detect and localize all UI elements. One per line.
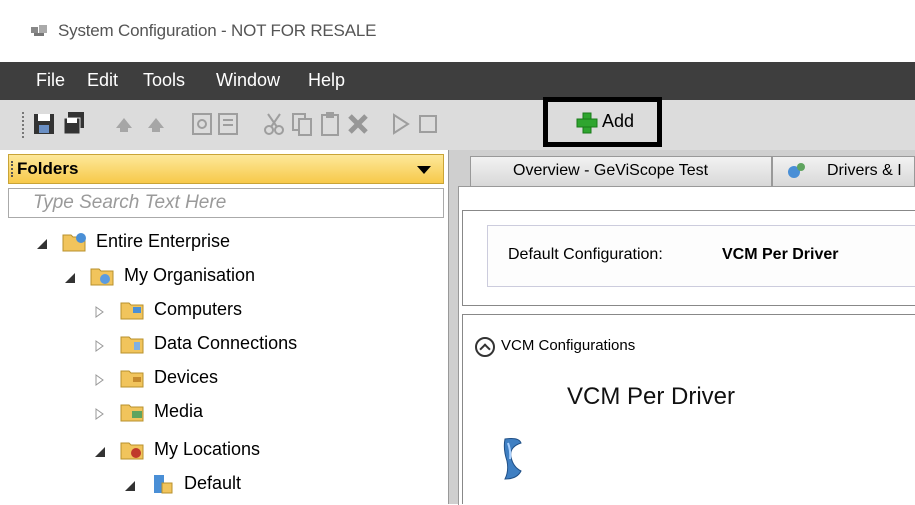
save-icon[interactable] [32, 110, 56, 138]
redo-icon[interactable] [144, 110, 168, 138]
cut-icon[interactable] [262, 110, 286, 138]
add-icon [576, 112, 598, 134]
tab-drivers-label: Drivers & I [827, 162, 902, 179]
tree-item-label: Entire Enterprise [96, 231, 231, 251]
tree-item-label: Computers [154, 299, 243, 319]
preview-icon[interactable] [190, 110, 214, 138]
tab-overview[interactable]: Overview - GeViScope Test [470, 156, 772, 186]
vcm-config-name[interactable]: VCM Per Driver [567, 383, 735, 411]
vcm-config-icon[interactable] [499, 437, 527, 481]
expanded-arrow-icon[interactable] [64, 272, 76, 284]
folder-search-input[interactable] [9, 189, 443, 217]
folder-icon [120, 302, 144, 320]
tree-item-label: Devices [154, 367, 219, 387]
default-config-box: Default Configuration: VCM Per Driver [487, 225, 915, 287]
expanded-arrow-icon[interactable] [36, 238, 48, 250]
tree-item-label: My Locations [154, 439, 261, 459]
menu-tools[interactable]: Tools [143, 70, 185, 91]
run-icon[interactable] [388, 110, 412, 138]
tree-item-label: Default [184, 473, 242, 493]
vcm-configurations-title: VCM Configurations [501, 337, 636, 354]
tab-overview-label: Overview - GeViScope Test [513, 162, 709, 179]
collapse-up-icon[interactable] [475, 337, 495, 357]
folders-header[interactable]: Folders [8, 154, 444, 184]
add-button[interactable]: Add [556, 109, 650, 137]
location-icon [154, 475, 173, 494]
expanded-arrow-icon[interactable] [94, 446, 106, 458]
delete-icon[interactable] [346, 110, 370, 138]
expanded-arrow-icon[interactable] [124, 480, 136, 492]
menu-file[interactable]: File [36, 70, 65, 91]
menu-help[interactable]: Help [308, 70, 345, 91]
stop-icon[interactable] [416, 110, 440, 138]
properties-icon[interactable] [216, 110, 240, 138]
default-config-label: Default Configuration: [508, 246, 663, 263]
collapsed-arrow-icon[interactable] [94, 340, 106, 352]
folder-icon [120, 336, 144, 354]
collapsed-arrow-icon[interactable] [94, 408, 106, 420]
toolbar-grip[interactable] [22, 112, 27, 138]
tree-item-label: Data Connections [154, 333, 298, 353]
folder-icon [120, 404, 144, 422]
folder-icon [90, 268, 114, 286]
menu-bar: File Edit Tools Window Help [0, 62, 915, 100]
window-title: System Configuration - NOT FOR RESALE [58, 21, 377, 40]
dropdown-arrow-icon[interactable] [417, 166, 431, 174]
save-all-icon[interactable] [62, 110, 86, 138]
folder-search[interactable] [8, 188, 444, 218]
toolbar [0, 100, 915, 150]
collapsed-arrow-icon[interactable] [94, 374, 106, 386]
drivers-icon [788, 163, 805, 178]
tree-item-label: Media [154, 401, 204, 421]
folder-icon [120, 442, 144, 460]
tab-drivers[interactable]: Drivers & I [772, 156, 915, 186]
collapsed-arrow-icon[interactable] [94, 306, 106, 318]
default-config-card: Default Configuration: VCM Per Driver [462, 210, 915, 306]
add-button-label: Add [602, 111, 635, 131]
menu-edit[interactable]: Edit [87, 70, 118, 91]
folders-header-label: Folders [17, 159, 79, 178]
title-bar: System Configuration - NOT FOR RESALE [0, 0, 915, 62]
vcm-configurations-card: VCM Configurations VCM Per Driver [462, 314, 915, 504]
app-icon [31, 25, 47, 36]
add-highlight-box: Add [543, 97, 662, 147]
copy-icon[interactable] [290, 110, 314, 138]
paste-icon[interactable] [318, 110, 342, 138]
tree-item-label: My Organisation [124, 265, 256, 285]
folder-icon [120, 370, 144, 388]
menu-window[interactable]: Window [216, 70, 280, 91]
panel-grip[interactable] [11, 161, 15, 177]
default-config-value: VCM Per Driver [722, 246, 839, 263]
undo-icon[interactable] [112, 110, 136, 138]
folder-icon [62, 233, 86, 252]
